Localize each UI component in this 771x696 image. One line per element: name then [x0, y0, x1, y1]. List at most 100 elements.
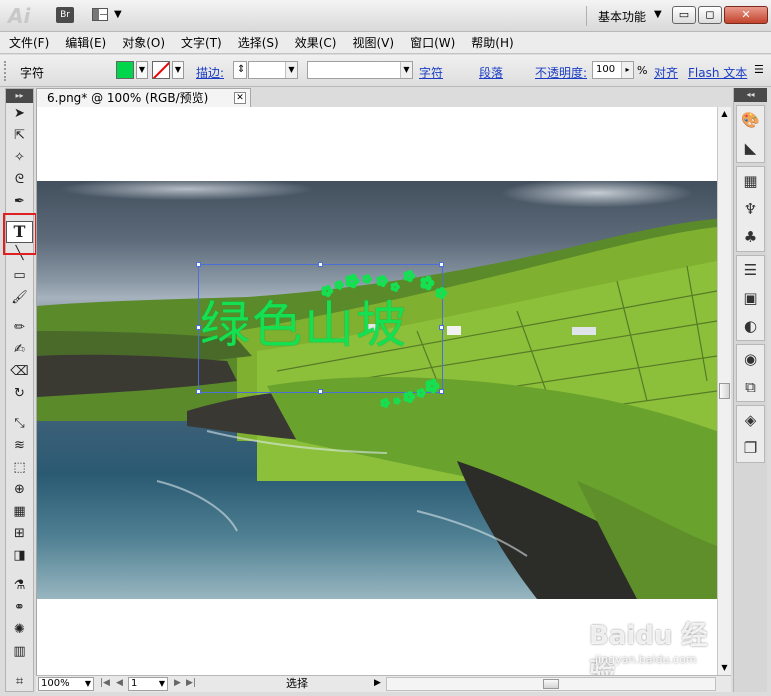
- workspace-switcher[interactable]: 基本功能: [598, 8, 646, 25]
- gradient-tool[interactable]: ◨: [6, 545, 33, 567]
- menu-view[interactable]: 视图(V): [352, 34, 394, 51]
- scale-tool[interactable]: ⤡: [6, 413, 33, 435]
- column-graph-tool[interactable]: ▥: [6, 641, 33, 663]
- status-text[interactable]: 选择: [208, 677, 386, 691]
- menu-type[interactable]: 文字(T): [181, 34, 222, 51]
- menu-object[interactable]: 对象(O): [122, 34, 165, 51]
- direct-selection-tool[interactable]: ⇱: [6, 125, 33, 147]
- opacity-field[interactable]: 100 ▸: [592, 61, 634, 79]
- eyedropper-tool[interactable]: ⚗: [6, 575, 33, 597]
- chevron-down-icon[interactable]: ▼: [285, 62, 297, 78]
- paragraph-panel-link[interactable]: 段落: [479, 64, 503, 81]
- panel-grip[interactable]: [4, 61, 8, 81]
- stroke-weight-stepper[interactable]: ⇕: [233, 61, 247, 79]
- menu-file[interactable]: 文件(F): [9, 34, 49, 51]
- minimize-button[interactable]: ▭: [672, 6, 696, 24]
- landscape-photo: 绿色山坡: [37, 181, 717, 599]
- scroll-thumb[interactable]: [543, 679, 559, 689]
- document-tab[interactable]: 6.png* @ 100% (RGB/预览) ✕: [36, 88, 251, 107]
- chevron-down-icon[interactable]: ▼: [400, 62, 412, 78]
- selection-tool[interactable]: ➤: [6, 103, 33, 125]
- restore-button[interactable]: ◻: [698, 6, 722, 24]
- fill-dropdown[interactable]: ▼: [136, 61, 148, 79]
- paintbrush-tool[interactable]: 🖌: [6, 287, 33, 309]
- fill-color-swatch[interactable]: [116, 61, 134, 79]
- perspective-grid-tool[interactable]: ▦: [6, 501, 33, 523]
- align-panel-link[interactable]: 对齐: [654, 64, 678, 81]
- warp-tool[interactable]: ≋: [6, 435, 33, 457]
- zoom-value: 100%: [41, 678, 70, 689]
- scroll-thumb[interactable]: [719, 383, 730, 399]
- control-bar-menu-icon[interactable]: ☰: [754, 63, 764, 76]
- status-menu-icon[interactable]: ▶: [374, 678, 381, 688]
- menu-select[interactable]: 选择(S): [238, 34, 279, 51]
- menu-effect[interactable]: 效果(C): [295, 34, 337, 51]
- first-artboard-icon[interactable]: |◀: [100, 678, 110, 688]
- last-artboard-icon[interactable]: ▶|: [186, 678, 196, 688]
- divider: [586, 6, 587, 26]
- stroke-gradient-icon[interactable]: ◣: [737, 134, 764, 162]
- panel-group: 🎨 ◣: [736, 105, 765, 163]
- menu-window[interactable]: 窗口(W): [410, 34, 455, 51]
- free-transform-tool[interactable]: ⬚: [6, 457, 33, 479]
- transparency-icon[interactable]: ◐: [737, 312, 764, 340]
- chevron-right-icon[interactable]: ▸: [621, 62, 633, 78]
- stroke-link[interactable]: 描边:: [196, 64, 224, 81]
- vertical-scrollbar[interactable]: ▲ ▼: [717, 107, 731, 675]
- zoom-field[interactable]: 100% ▼: [38, 677, 94, 691]
- close-button[interactable]: ✕: [724, 6, 768, 24]
- mesh-tool[interactable]: ⊞: [6, 523, 33, 545]
- green-text-object[interactable]: 绿色山坡: [200, 295, 408, 355]
- close-icon[interactable]: ✕: [234, 92, 246, 104]
- opacity-link[interactable]: 不透明度:: [535, 64, 587, 81]
- swatches-icon[interactable]: ▦: [737, 167, 764, 195]
- chevron-down-icon[interactable]: ▼: [114, 9, 122, 20]
- scroll-up-icon[interactable]: ▲: [718, 107, 731, 121]
- menu-help[interactable]: 帮助(H): [471, 34, 513, 51]
- menu-edit[interactable]: 编辑(E): [65, 34, 106, 51]
- artboard-canvas[interactable]: 绿色山坡 Baidu 经验 jingyan.baidu.com: [36, 107, 717, 675]
- scroll-down-icon[interactable]: ▼: [718, 661, 731, 675]
- artboards-icon[interactable]: ❐: [737, 434, 764, 462]
- graphic-styles-icon[interactable]: ⧉: [737, 373, 764, 401]
- pencil-tool[interactable]: ✏: [6, 317, 33, 339]
- eraser-tool[interactable]: ⌫: [6, 361, 33, 383]
- artboard-tool[interactable]: ⌗: [6, 671, 33, 693]
- stroke-weight-field[interactable]: ▼: [248, 61, 298, 79]
- artboard-field[interactable]: 1 ▼: [128, 677, 168, 691]
- panel-group: ▦ ♆ ♣: [736, 166, 765, 252]
- color-guide-icon[interactable]: 🎨: [737, 106, 764, 134]
- rectangle-tool[interactable]: ▭: [6, 265, 33, 287]
- character-panel-link[interactable]: 字符: [419, 64, 443, 81]
- chevron-down-icon[interactable]: ▼: [654, 9, 662, 20]
- appearance-icon[interactable]: ◉: [737, 345, 764, 373]
- flower-petal: [395, 397, 400, 401]
- symbol-sprayer-tool[interactable]: ✺: [6, 619, 33, 641]
- flash-text-link[interactable]: Flash 文本: [688, 64, 747, 81]
- layers-icon[interactable]: ◈: [737, 406, 764, 434]
- stroke-dropdown[interactable]: ▼: [172, 61, 184, 79]
- lasso-tool[interactable]: ᘓ: [6, 169, 33, 191]
- next-artboard-icon[interactable]: ▶: [174, 678, 181, 688]
- symbols-icon[interactable]: ♣: [737, 223, 764, 251]
- blob-brush-tool[interactable]: ✍: [6, 339, 33, 361]
- arrange-documents-icon[interactable]: [92, 8, 108, 21]
- horizontal-scrollbar[interactable]: [386, 677, 716, 691]
- stroke-color-swatch[interactable]: [152, 61, 170, 79]
- brush-definition-field[interactable]: ▼: [307, 61, 413, 79]
- brushes-icon[interactable]: ♆: [737, 195, 764, 223]
- previous-artboard-icon[interactable]: ◀: [116, 678, 123, 688]
- magic-wand-tool[interactable]: ✧: [6, 147, 33, 169]
- pen-tool[interactable]: ✒: [6, 191, 33, 213]
- chevron-down-icon[interactable]: ▼: [85, 678, 91, 690]
- gradient-icon[interactable]: ▣: [737, 284, 764, 312]
- rotate-tool[interactable]: ↻: [6, 383, 33, 405]
- collapse-panel-icon[interactable]: ▸▸: [6, 89, 33, 103]
- shape-builder-tool[interactable]: ⊕: [6, 479, 33, 501]
- expand-panels-icon[interactable]: ◂◂: [734, 88, 767, 102]
- bridge-button[interactable]: Br: [56, 7, 74, 23]
- panel-group: ◉ ⧉: [736, 344, 765, 402]
- stroke-icon[interactable]: ☰: [737, 256, 764, 284]
- blend-tool[interactable]: ⚭: [6, 597, 33, 619]
- chevron-down-icon[interactable]: ▼: [159, 678, 165, 690]
